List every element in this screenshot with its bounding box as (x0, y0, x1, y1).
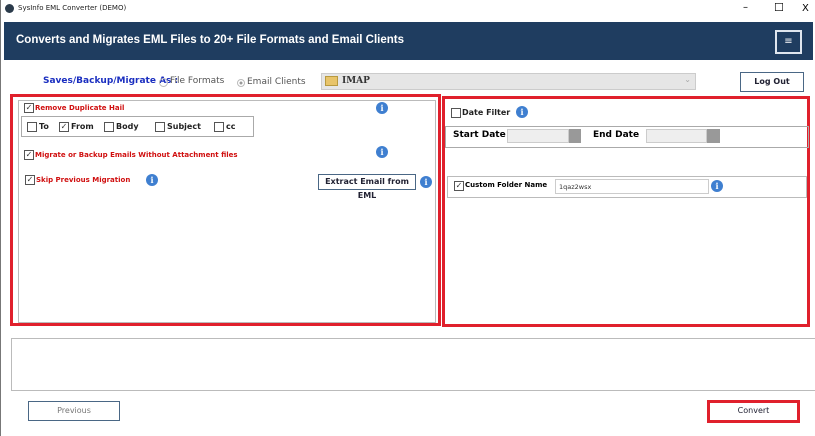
email-clients-label[interactable]: Email Clients (247, 77, 306, 87)
body-checkbox[interactable] (104, 122, 114, 132)
info-icon[interactable]: i (516, 106, 528, 118)
date-filter-label: Date Filter (462, 108, 511, 117)
remove-duplicate-label: Remove Duplicate Hail (35, 104, 125, 112)
radio-email-clients[interactable] (237, 79, 245, 87)
file-formats-label[interactable]: File Formats (170, 76, 224, 86)
date-filter-checkbox[interactable] (451, 108, 461, 118)
radio-file-formats[interactable] (159, 78, 168, 87)
client-dropdown[interactable]: IMAP ⌄ (321, 73, 696, 90)
selected-client: IMAP (342, 76, 370, 86)
custom-folder-value: 1qaz2wsx (559, 183, 592, 191)
maximize-button[interactable]: ☐ (774, 1, 784, 14)
info-icon[interactable]: i (420, 176, 432, 188)
info-icon[interactable]: i (711, 180, 723, 192)
start-date-input[interactable] (507, 129, 569, 143)
extract-email-button[interactable]: Extract Email from EML (318, 174, 416, 200)
window-title: SysInfo EML Converter (DEMO) (18, 4, 127, 12)
minimize-button[interactable]: – (743, 2, 748, 13)
menu-icon: ≡ (784, 36, 793, 47)
migrate-no-attachment-label: Migrate or Backup Emails Without Attachm… (35, 151, 238, 159)
skip-previous-label: Skip Previous Migration (36, 176, 131, 184)
close-button[interactable]: X (802, 3, 809, 14)
end-date-input[interactable] (646, 129, 707, 143)
custom-folder-input[interactable]: 1qaz2wsx (555, 179, 709, 194)
info-icon[interactable]: i (376, 146, 388, 158)
start-date-label: Start Date (453, 130, 506, 140)
subject-label: Subject (167, 122, 201, 131)
header-title: Converts and Migrates EML Files to 20+ F… (16, 34, 405, 46)
custom-folder-checkbox[interactable]: ✓ (454, 181, 464, 191)
logout-button[interactable]: Log Out (740, 72, 804, 92)
to-checkbox[interactable] (27, 122, 37, 132)
envelope-icon (325, 76, 338, 86)
end-date-label: End Date (593, 130, 640, 140)
from-label: From (71, 122, 94, 131)
app-icon (5, 4, 14, 13)
header-banner: Converts and Migrates EML Files to 20+ F… (4, 22, 813, 60)
body-label: Body (116, 122, 139, 131)
previous-button[interactable]: Previous (28, 401, 120, 421)
convert-button[interactable]: Convert (710, 403, 797, 420)
menu-button[interactable]: ≡ (775, 30, 802, 54)
chevron-down-icon: ⌄ (684, 75, 691, 84)
end-date-picker-button[interactable] (707, 129, 720, 143)
save-as-label: Saves/Backup/Migrate As : (43, 76, 179, 86)
to-label: To (39, 122, 49, 131)
cc-checkbox[interactable] (214, 122, 224, 132)
cc-label: cc (226, 122, 236, 131)
start-date-picker-button[interactable] (569, 129, 581, 143)
migrate-no-attachment-checkbox[interactable]: ✓ (24, 150, 34, 160)
subject-checkbox[interactable] (155, 122, 165, 132)
info-icon[interactable]: i (376, 102, 388, 114)
from-checkbox[interactable]: ✓ (59, 122, 69, 132)
skip-previous-checkbox[interactable]: ✓ (25, 175, 35, 185)
info-icon[interactable]: i (146, 174, 158, 186)
log-area (11, 338, 815, 391)
remove-duplicate-checkbox[interactable]: ✓ (24, 103, 34, 113)
custom-folder-label: Custom Folder Name (465, 181, 548, 189)
